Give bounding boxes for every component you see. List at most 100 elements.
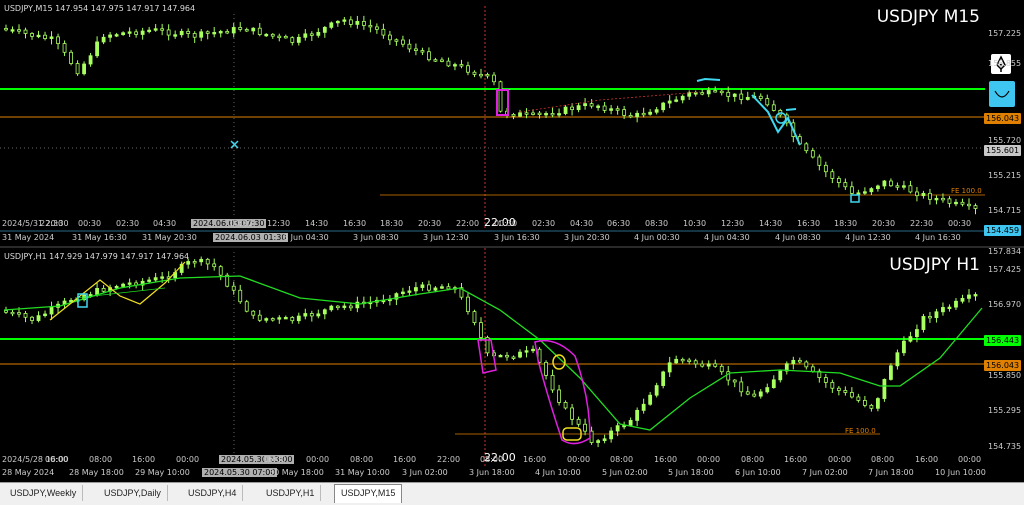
m15-candle	[830, 171, 835, 179]
time-axis-label: 00:30	[948, 219, 972, 228]
h1-candle	[719, 365, 724, 373]
h1-candle	[928, 316, 932, 319]
tab-usdjpy-h4[interactable]: USDJPY,H4	[182, 485, 244, 501]
m15-chart-pane[interactable]: USDJPY,M15 147.954 147.975 147.917 147.9…	[0, 0, 1024, 248]
m15-candle	[459, 64, 464, 67]
m15-candle	[511, 114, 516, 117]
h1-candle	[277, 317, 282, 320]
h1-candle	[160, 276, 165, 279]
m15-candle	[758, 95, 763, 100]
h1-candle	[414, 287, 418, 292]
h1-candle	[505, 354, 509, 358]
h1-candle	[732, 379, 737, 383]
tab-usdjpy-weekly[interactable]: USDJPY,Weekly	[4, 485, 84, 501]
m15-candle	[329, 22, 334, 28]
h1-candle	[674, 358, 679, 364]
h1-candle	[257, 314, 262, 321]
m15-candle	[674, 99, 679, 102]
m15-candle	[492, 74, 496, 83]
time-axis-label: 16:00	[263, 455, 287, 464]
m15-candle	[4, 28, 8, 31]
m15-candle	[88, 55, 93, 65]
price-axis-label: 157.834	[988, 247, 1022, 256]
h1-candle	[778, 370, 783, 381]
m15-candle	[205, 31, 210, 34]
yellow-zigzag-line	[49, 261, 186, 321]
h1-candle	[283, 317, 288, 320]
time-axis-label: 04:30	[570, 219, 594, 228]
price-axis-label: 156.043	[984, 360, 1022, 371]
m15-candle	[420, 50, 425, 53]
price-axis-label: 157.425	[988, 265, 1022, 274]
h1-candle	[954, 300, 958, 308]
time-axis-label: 4 Jun 04:30	[704, 233, 750, 242]
m15-candle	[212, 32, 217, 35]
time-axis-label: 16:00	[784, 455, 808, 464]
time-axis-label: 2024.05.30 07:00	[202, 468, 278, 477]
m15-candle	[635, 112, 640, 118]
m15-candle	[82, 63, 86, 75]
m15-candle	[713, 90, 718, 93]
m15-price-plot[interactable]	[0, 0, 1024, 248]
m15-candle	[856, 192, 861, 195]
m15-candle	[10, 29, 15, 32]
time-axis-label: 14:30	[305, 219, 329, 228]
m15-candle	[609, 108, 614, 111]
tab-usdjpy-m15[interactable]: USDJPY,M15	[334, 484, 403, 503]
time-axis-label: 02:30	[532, 219, 556, 228]
m15-candle	[101, 36, 106, 43]
h1-candle	[36, 315, 41, 321]
h1-candle	[401, 291, 405, 295]
price-axis-label: 155.215	[988, 171, 1022, 180]
m15-candle	[804, 143, 809, 152]
m15-candle	[537, 112, 542, 116]
smile-cup-icon[interactable]	[989, 81, 1015, 107]
m15-candle	[62, 43, 67, 53]
m15-candle	[466, 65, 470, 73]
h1-candle	[570, 407, 574, 420]
h1-candle	[576, 418, 581, 425]
h1-candle	[700, 363, 705, 367]
h1-candle	[420, 284, 425, 288]
time-axis-label: 16:00	[654, 455, 678, 464]
h1-candle	[648, 394, 653, 405]
m15-candle	[648, 111, 653, 115]
h1-candle	[765, 387, 770, 393]
h1-candle	[49, 306, 54, 315]
h1-candle	[667, 362, 672, 373]
h1-price-plot[interactable]	[0, 248, 1024, 482]
time-axis-label: 08:00	[480, 455, 504, 464]
price-axis-label: 157.225	[988, 29, 1022, 38]
m15-candle	[147, 29, 152, 33]
price-axis-label: 154.459	[984, 225, 1022, 236]
m15-candle	[895, 185, 900, 188]
h1-candle	[303, 313, 308, 317]
tab-usdjpy-daily[interactable]: USDJPY,Daily	[98, 485, 168, 501]
h1-candle	[95, 287, 99, 295]
m15-candle	[941, 197, 945, 201]
m15-candle	[706, 90, 711, 95]
time-axis-label: 10:30	[683, 219, 707, 228]
h1-candle	[205, 258, 210, 265]
m15-candle	[270, 33, 275, 37]
price-axis-label: 154.735	[988, 442, 1022, 451]
m15-candle	[231, 27, 236, 34]
h1-candle	[316, 313, 321, 317]
m15-candle	[498, 81, 503, 112]
h1-candle	[882, 379, 887, 399]
time-axis-label: 00:30	[494, 219, 518, 228]
h1-candle	[251, 310, 256, 316]
time-axis-label: 16:00	[523, 455, 547, 464]
price-axis-label: 155.295	[988, 406, 1022, 415]
cyan-dash-mark	[785, 108, 797, 111]
time-axis-label: 10:30	[229, 219, 253, 228]
tab-usdjpy-h1[interactable]: USDJPY,H1	[260, 485, 322, 501]
m15-candle	[882, 180, 887, 187]
h1-chart-pane[interactable]: USDJPY,H1 147.929 147.979 147.917 147.96…	[0, 247, 1024, 482]
m15-candle	[309, 33, 314, 36]
m15-candle	[583, 103, 587, 107]
price-axis-label: 155.601	[984, 145, 1022, 156]
m15-candle	[264, 33, 269, 37]
m15-candle	[192, 33, 197, 38]
time-axis-label: 12:30	[267, 219, 291, 228]
